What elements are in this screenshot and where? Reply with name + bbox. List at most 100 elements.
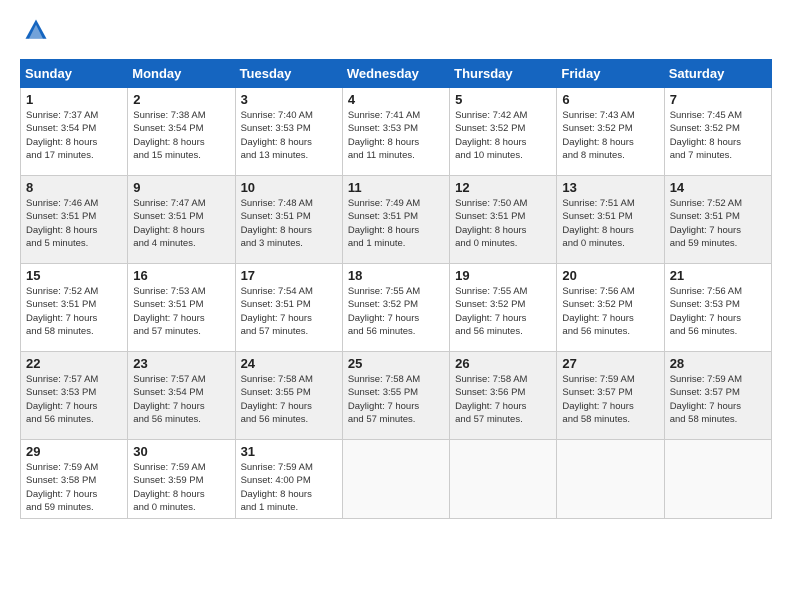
calendar-header-row: SundayMondayTuesdayWednesdayThursdayFrid… [21,60,772,88]
day-info: Sunrise: 7:59 AM Sunset: 3:58 PM Dayligh… [26,461,122,514]
day-info: Sunrise: 7:58 AM Sunset: 3:56 PM Dayligh… [455,373,551,426]
calendar-cell [342,440,449,519]
day-number: 1 [26,92,122,107]
day-number: 25 [348,356,444,371]
calendar-cell: 13 Sunrise: 7:51 AM Sunset: 3:51 PM Dayli… [557,176,664,264]
calendar-cell: 24 Sunrise: 7:58 AM Sunset: 3:55 PM Dayli… [235,352,342,440]
calendar-cell: 6 Sunrise: 7:43 AM Sunset: 3:52 PM Daylig… [557,88,664,176]
day-info: Sunrise: 7:41 AM Sunset: 3:53 PM Dayligh… [348,109,444,162]
day-number: 19 [455,268,551,283]
calendar-header-monday: Monday [128,60,235,88]
day-info: Sunrise: 7:56 AM Sunset: 3:52 PM Dayligh… [562,285,658,338]
calendar-cell: 1Sunrise: 7:37 AM Sunset: 3:54 PM Daylig… [21,88,128,176]
day-info: Sunrise: 7:57 AM Sunset: 3:53 PM Dayligh… [26,373,122,426]
day-number: 30 [133,444,229,459]
calendar-cell: 30 Sunrise: 7:59 AM Sunset: 3:59 PM Dayli… [128,440,235,519]
day-number: 16 [133,268,229,283]
calendar-week-row: 8Sunrise: 7:46 AM Sunset: 3:51 PM Daylig… [21,176,772,264]
calendar-cell: 18 Sunrise: 7:55 AM Sunset: 3:52 PM Dayli… [342,264,449,352]
day-info: Sunrise: 7:52 AM Sunset: 3:51 PM Dayligh… [670,197,766,250]
calendar-cell: 27 Sunrise: 7:59 AM Sunset: 3:57 PM Dayli… [557,352,664,440]
day-info: Sunrise: 7:50 AM Sunset: 3:51 PM Dayligh… [455,197,551,250]
calendar-cell: 3 Sunrise: 7:40 AM Sunset: 3:53 PM Daylig… [235,88,342,176]
day-info: Sunrise: 7:52 AM Sunset: 3:51 PM Dayligh… [26,285,122,338]
day-number: 6 [562,92,658,107]
calendar-cell: 14 Sunrise: 7:52 AM Sunset: 3:51 PM Dayli… [664,176,771,264]
calendar-cell: 4 Sunrise: 7:41 AM Sunset: 3:53 PM Daylig… [342,88,449,176]
day-number: 31 [241,444,337,459]
day-info: Sunrise: 7:56 AM Sunset: 3:53 PM Dayligh… [670,285,766,338]
day-number: 17 [241,268,337,283]
day-number: 23 [133,356,229,371]
calendar-cell: 21 Sunrise: 7:56 AM Sunset: 3:53 PM Dayli… [664,264,771,352]
calendar-header-friday: Friday [557,60,664,88]
day-number: 8 [26,180,122,195]
day-number: 28 [670,356,766,371]
calendar-header-tuesday: Tuesday [235,60,342,88]
calendar-cell: 2 Sunrise: 7:38 AM Sunset: 3:54 PM Daylig… [128,88,235,176]
day-info: Sunrise: 7:59 AM Sunset: 4:00 PM Dayligh… [241,461,337,514]
day-number: 5 [455,92,551,107]
calendar-cell: 12 Sunrise: 7:50 AM Sunset: 3:51 PM Dayli… [450,176,557,264]
day-number: 12 [455,180,551,195]
day-number: 29 [26,444,122,459]
day-info: Sunrise: 7:59 AM Sunset: 3:57 PM Dayligh… [562,373,658,426]
day-number: 18 [348,268,444,283]
calendar-cell: 25 Sunrise: 7:58 AM Sunset: 3:55 PM Dayli… [342,352,449,440]
calendar-cell: 22Sunrise: 7:57 AM Sunset: 3:53 PM Dayli… [21,352,128,440]
day-number: 3 [241,92,337,107]
calendar-cell: 7 Sunrise: 7:45 AM Sunset: 3:52 PM Daylig… [664,88,771,176]
calendar-table: SundayMondayTuesdayWednesdayThursdayFrid… [20,59,772,519]
calendar-header-wednesday: Wednesday [342,60,449,88]
day-number: 20 [562,268,658,283]
day-info: Sunrise: 7:51 AM Sunset: 3:51 PM Dayligh… [562,197,658,250]
calendar-cell: 19 Sunrise: 7:55 AM Sunset: 3:52 PM Dayli… [450,264,557,352]
calendar-cell: 20 Sunrise: 7:56 AM Sunset: 3:52 PM Dayli… [557,264,664,352]
day-info: Sunrise: 7:48 AM Sunset: 3:51 PM Dayligh… [241,197,337,250]
day-info: Sunrise: 7:40 AM Sunset: 3:53 PM Dayligh… [241,109,337,162]
day-info: Sunrise: 7:58 AM Sunset: 3:55 PM Dayligh… [241,373,337,426]
day-number: 9 [133,180,229,195]
calendar-header-saturday: Saturday [664,60,771,88]
logo [20,16,54,49]
calendar-cell [450,440,557,519]
calendar-cell: 8Sunrise: 7:46 AM Sunset: 3:51 PM Daylig… [21,176,128,264]
day-number: 14 [670,180,766,195]
day-number: 2 [133,92,229,107]
day-info: Sunrise: 7:54 AM Sunset: 3:51 PM Dayligh… [241,285,337,338]
calendar-cell: 31 Sunrise: 7:59 AM Sunset: 4:00 PM Dayli… [235,440,342,519]
calendar-cell: 9Sunrise: 7:47 AM Sunset: 3:51 PM Daylig… [128,176,235,264]
day-number: 7 [670,92,766,107]
day-number: 11 [348,180,444,195]
calendar-cell: 16 Sunrise: 7:53 AM Sunset: 3:51 PM Dayli… [128,264,235,352]
day-number: 26 [455,356,551,371]
day-info: Sunrise: 7:58 AM Sunset: 3:55 PM Dayligh… [348,373,444,426]
day-number: 4 [348,92,444,107]
calendar-cell: 26 Sunrise: 7:58 AM Sunset: 3:56 PM Dayli… [450,352,557,440]
calendar-cell [664,440,771,519]
day-number: 27 [562,356,658,371]
day-number: 24 [241,356,337,371]
calendar-cell: 15Sunrise: 7:52 AM Sunset: 3:51 PM Dayli… [21,264,128,352]
calendar-week-row: 29 Sunrise: 7:59 AM Sunset: 3:58 PM Dayli… [21,440,772,519]
day-number: 21 [670,268,766,283]
day-number: 13 [562,180,658,195]
day-info: Sunrise: 7:45 AM Sunset: 3:52 PM Dayligh… [670,109,766,162]
logo-icon [22,16,50,44]
day-info: Sunrise: 7:57 AM Sunset: 3:54 PM Dayligh… [133,373,229,426]
day-info: Sunrise: 7:53 AM Sunset: 3:51 PM Dayligh… [133,285,229,338]
day-info: Sunrise: 7:49 AM Sunset: 3:51 PM Dayligh… [348,197,444,250]
day-info: Sunrise: 7:55 AM Sunset: 3:52 PM Dayligh… [455,285,551,338]
calendar-cell: 10Sunrise: 7:48 AM Sunset: 3:51 PM Dayli… [235,176,342,264]
page: SundayMondayTuesdayWednesdayThursdayFrid… [0,0,792,612]
day-info: Sunrise: 7:59 AM Sunset: 3:59 PM Dayligh… [133,461,229,514]
calendar-header-thursday: Thursday [450,60,557,88]
calendar-cell: 17 Sunrise: 7:54 AM Sunset: 3:51 PM Dayli… [235,264,342,352]
day-info: Sunrise: 7:43 AM Sunset: 3:52 PM Dayligh… [562,109,658,162]
day-info: Sunrise: 7:38 AM Sunset: 3:54 PM Dayligh… [133,109,229,162]
day-info: Sunrise: 7:59 AM Sunset: 3:57 PM Dayligh… [670,373,766,426]
day-info: Sunrise: 7:55 AM Sunset: 3:52 PM Dayligh… [348,285,444,338]
calendar-cell [557,440,664,519]
calendar-cell: 11 Sunrise: 7:49 AM Sunset: 3:51 PM Dayli… [342,176,449,264]
calendar-header-sunday: Sunday [21,60,128,88]
